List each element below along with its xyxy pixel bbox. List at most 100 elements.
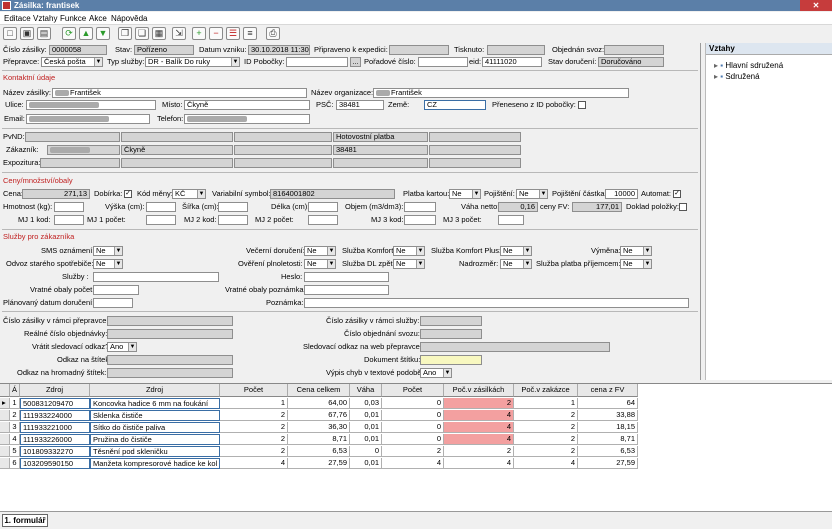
sluzby-field[interactable] xyxy=(93,272,219,282)
misto-field[interactable]: Čkyně xyxy=(184,100,310,110)
remove-list-icon[interactable]: ☰ xyxy=(226,27,240,40)
grid-header-4[interactable]: Počet xyxy=(220,384,288,397)
pojisteni-select[interactable]: Ne ▼ xyxy=(516,189,548,199)
print-icon[interactable]: ⎙ xyxy=(266,27,280,40)
table-row[interactable]: 3 111933221000 Sítko do čističe paliva 2 36,… xyxy=(0,422,638,433)
delka-field[interactable] xyxy=(308,202,338,212)
table-cell[interactable]: 4 xyxy=(382,458,444,469)
grid-header-8[interactable]: Poč.v zásilkách xyxy=(444,384,514,397)
table-cell[interactable]: 0 xyxy=(350,446,382,457)
close-button[interactable]: ✕ xyxy=(800,0,832,11)
table-cell[interactable]: 111933224000 xyxy=(20,410,90,421)
table-cell[interactable]: 27,59 xyxy=(578,458,638,469)
table-cell[interactable]: 103209590150 xyxy=(20,458,90,469)
nadrozmer-select[interactable]: Ne ▼ xyxy=(500,259,532,269)
arrow-up-icon[interactable]: ▲ xyxy=(79,27,93,40)
table-cell[interactable]: 2 xyxy=(514,434,578,445)
zeme-field[interactable]: CZ xyxy=(424,100,486,110)
table-cell[interactable]: 4 xyxy=(514,458,578,469)
table-cell[interactable]: 2 xyxy=(444,398,514,409)
sms-select[interactable]: Ne ▼ xyxy=(93,246,123,256)
menu-funkce[interactable]: Funkce xyxy=(60,14,86,23)
heslo-field[interactable] xyxy=(304,272,389,282)
table-cell[interactable]: Sítko do čističe paliva xyxy=(90,422,220,433)
menu-akce[interactable]: Akce xyxy=(89,14,107,23)
typ-select[interactable]: DR - Balík Do ruky ▼ xyxy=(145,57,240,67)
poznamka-field[interactable] xyxy=(304,298,689,308)
table-cell[interactable]: 0,03 xyxy=(350,398,382,409)
table-cell[interactable]: 0,01 xyxy=(350,410,382,421)
table-cell[interactable]: 0,01 xyxy=(350,434,382,445)
vratne-pozn-field[interactable] xyxy=(304,285,389,295)
mj2kod-field[interactable] xyxy=(218,215,248,225)
grid-header-10[interactable]: cena z FV xyxy=(578,384,638,397)
telefon-field[interactable] xyxy=(184,114,310,124)
grid-header-1[interactable]: Á xyxy=(10,384,20,397)
table-cell[interactable]: 36,30 xyxy=(288,422,350,433)
table-cell[interactable]: 4 xyxy=(444,434,514,445)
table-cell[interactable]: 4 xyxy=(10,434,20,445)
eid-field[interactable]: 41111020 xyxy=(482,57,542,67)
mj3poc-field[interactable] xyxy=(498,215,524,225)
grid-header-0[interactable] xyxy=(0,384,10,397)
expand-icon[interactable]: ▸ xyxy=(714,61,718,70)
table-cell[interactable]: 500831209470 xyxy=(20,398,90,409)
table-cell[interactable]: 6,53 xyxy=(288,446,350,457)
row-selector[interactable] xyxy=(0,458,10,469)
dobirka-checkbox[interactable]: ✓ xyxy=(124,190,132,198)
table-cell[interactable]: 101809332270 xyxy=(20,446,90,457)
row-selector[interactable] xyxy=(0,446,10,457)
arrow-down-icon[interactable]: ▼ xyxy=(96,27,110,40)
tree-item-sdruzena[interactable]: ▸ ▪ Sdružená xyxy=(714,72,832,82)
table-cell[interactable]: Koncovka hadice 6 mm na foukání xyxy=(90,398,220,409)
table-cell[interactable]: Manžeta kompresorové hadice ke kol xyxy=(90,458,220,469)
table-row[interactable]: 2 111933224000 Sklenka čističe 2 67,76 0,01 0 4… xyxy=(0,410,638,421)
row-selector[interactable] xyxy=(0,410,10,421)
grid-header-2[interactable]: Zdroj xyxy=(20,384,90,397)
add-icon[interactable]: + xyxy=(192,27,206,40)
paste-icon[interactable]: ▦ xyxy=(152,27,166,40)
grid-header-6[interactable]: Váha xyxy=(350,384,382,397)
email-field[interactable] xyxy=(26,114,150,124)
refresh-icon[interactable]: ⟳ xyxy=(62,27,76,40)
table-row[interactable]: 5 101809332270 Těsnění pod skleničku 2 6,53 0… xyxy=(0,446,638,457)
sirka-field[interactable] xyxy=(218,202,248,212)
table-cell[interactable]: Těsnění pod skleničku xyxy=(90,446,220,457)
tree-item-hlavni[interactable]: ▸ ▪ Hlavní sdružená xyxy=(714,61,832,71)
vymena-select[interactable]: Ne ▼ xyxy=(620,246,652,256)
platba-kartou-select[interactable]: Ne ▼ xyxy=(449,189,481,199)
table-cell[interactable]: 64,00 xyxy=(288,398,350,409)
table-cell[interactable]: 0 xyxy=(382,410,444,421)
odvoz-select[interactable]: Ne ▼ xyxy=(93,259,123,269)
mj2poc-field[interactable] xyxy=(308,215,338,225)
prepravce-select[interactable]: Česká pošta ▼ xyxy=(41,57,103,67)
komfort-plus-select[interactable]: Ne ▼ xyxy=(500,246,532,256)
table-row[interactable]: 4 111933226000 Pružina do čističe 2 8,71 0,01… xyxy=(0,434,638,445)
grid-header-3[interactable]: Zdroj xyxy=(90,384,220,397)
grid-header-9[interactable]: Poč.v zakázce xyxy=(514,384,578,397)
poj-castka-field[interactable]: 10000 xyxy=(605,189,638,199)
vypis-select[interactable]: Ano ▼ xyxy=(420,368,452,378)
vecerni-select[interactable]: Ne ▼ xyxy=(304,246,336,256)
grid-header-5[interactable]: Cena celkem xyxy=(288,384,350,397)
table-cell[interactable]: 2 xyxy=(382,446,444,457)
table-cell[interactable]: 2 xyxy=(220,434,288,445)
table-cell[interactable]: 27,59 xyxy=(288,458,350,469)
remove-icon[interactable]: − xyxy=(209,27,223,40)
mj1kod-field[interactable] xyxy=(54,215,84,225)
table-cell[interactable]: 6,53 xyxy=(578,446,638,457)
table-cell[interactable]: 0 xyxy=(382,398,444,409)
mj3kod-field[interactable] xyxy=(404,215,436,225)
table-cell[interactable]: 18,15 xyxy=(578,422,638,433)
tab-formular[interactable]: 1. formulář xyxy=(2,514,48,527)
export-icon[interactable]: ⇲ xyxy=(172,27,186,40)
row-selector[interactable] xyxy=(0,422,10,433)
table-cell[interactable]: 4 xyxy=(444,458,514,469)
table-cell[interactable]: 0 xyxy=(382,434,444,445)
table-cell[interactable]: 64 xyxy=(578,398,638,409)
save-as-icon[interactable]: ▤ xyxy=(37,27,51,40)
new-icon[interactable]: □ xyxy=(3,27,17,40)
table-cell[interactable]: 1 xyxy=(220,398,288,409)
nazev-org-field[interactable]: František xyxy=(373,88,629,98)
objem-field[interactable] xyxy=(404,202,436,212)
